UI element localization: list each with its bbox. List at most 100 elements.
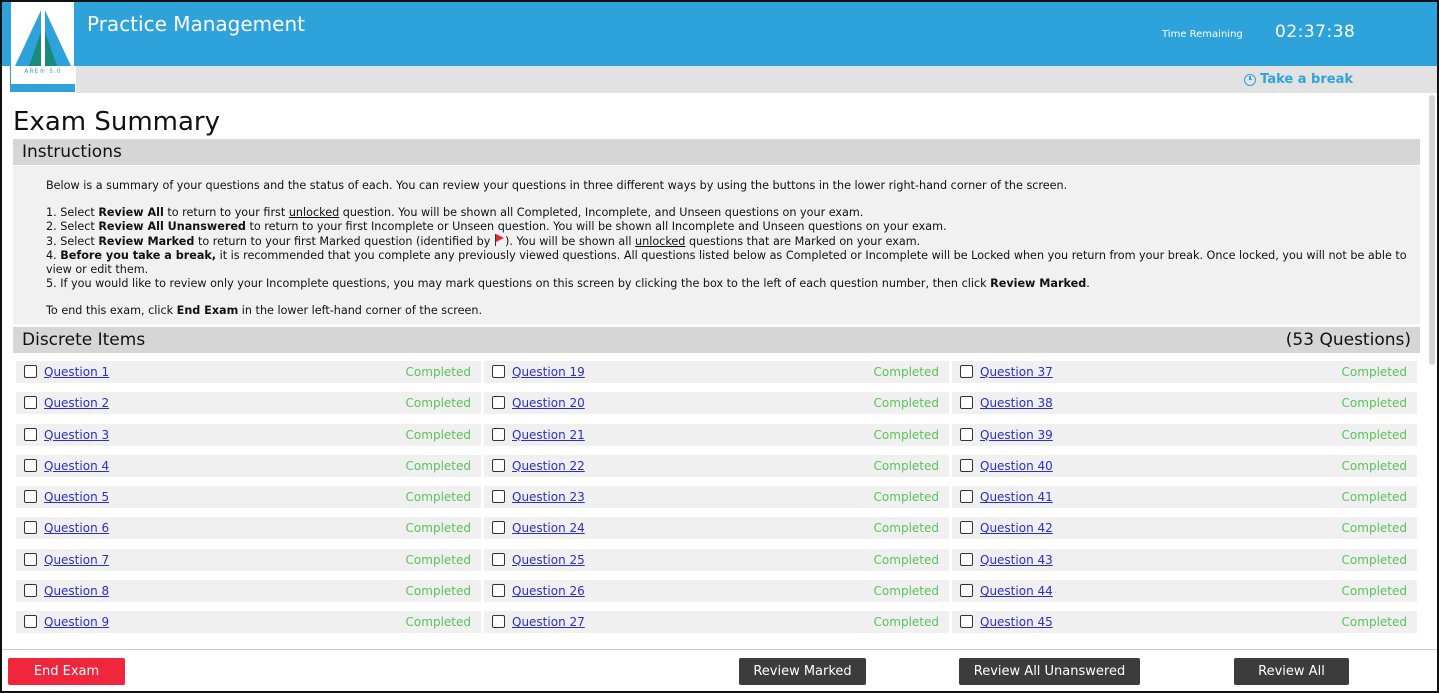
question-link[interactable]: Question 20 — [512, 396, 585, 410]
question-row: Question 1 Completed — [16, 361, 481, 392]
question-status: Completed — [405, 584, 471, 599]
question-row: Question 2 Completed — [16, 392, 481, 423]
mark-question-checkbox[interactable] — [24, 396, 37, 410]
mark-question-checkbox[interactable] — [492, 396, 505, 410]
mark-question-checkbox[interactable] — [24, 365, 37, 378]
question-link[interactable]: Question 39 — [980, 428, 1053, 442]
question-link[interactable]: Question 38 — [980, 396, 1053, 410]
question-link[interactable]: Question 1 — [44, 365, 109, 379]
mark-question-checkbox[interactable] — [24, 615, 37, 629]
question-status: Completed — [1341, 427, 1407, 442]
question-link[interactable]: Question 43 — [980, 553, 1053, 567]
question-link[interactable]: Question 22 — [512, 459, 585, 473]
discrete-items-title: Discrete Items — [22, 330, 146, 350]
page-title: Exam Summary — [13, 107, 220, 137]
mark-question-checkbox[interactable] — [960, 584, 973, 598]
instruction-end-exam: To end this exam, click End Exam in the … — [46, 304, 482, 317]
mark-question-checkbox[interactable] — [24, 521, 37, 535]
mark-question-checkbox[interactable] — [960, 365, 973, 378]
mark-question-checkbox[interactable] — [24, 458, 37, 472]
question-status: Completed — [873, 490, 939, 505]
question-link[interactable]: Question 27 — [512, 615, 585, 629]
instruction-step-4: 4. Before you take a break, it is recomm… — [46, 249, 1407, 276]
scrollbar-thumb[interactable] — [1429, 95, 1435, 365]
question-link[interactable]: Question 42 — [980, 521, 1053, 535]
mark-question-checkbox[interactable] — [24, 490, 37, 504]
mark-question-checkbox[interactable] — [492, 427, 505, 441]
question-link[interactable]: Question 3 — [44, 428, 109, 442]
question-link[interactable]: Question 37 — [980, 365, 1053, 379]
question-row: Question 45 Completed — [952, 611, 1417, 642]
mark-question-checkbox[interactable] — [960, 615, 973, 629]
question-status: Completed — [873, 584, 939, 599]
question-status: Completed — [873, 427, 939, 442]
question-link[interactable]: Question 9 — [44, 615, 109, 629]
question-link[interactable]: Question 21 — [512, 428, 585, 442]
question-status: Completed — [1341, 521, 1407, 536]
mark-question-checkbox[interactable] — [492, 490, 505, 504]
question-status: Completed — [405, 521, 471, 536]
question-row: Question 43 Completed — [952, 548, 1417, 580]
question-row: Question 26 Completed — [484, 580, 949, 611]
mark-question-checkbox[interactable] — [492, 584, 505, 598]
question-link[interactable]: Question 23 — [512, 490, 585, 504]
mark-question-checkbox[interactable] — [960, 521, 973, 535]
instructions-heading: Instructions — [13, 139, 1420, 165]
mark-question-checkbox[interactable] — [960, 427, 973, 441]
question-status: Completed — [873, 458, 939, 473]
question-link[interactable]: Question 45 — [980, 615, 1053, 629]
review-all-button[interactable]: Review All — [1234, 658, 1349, 685]
question-status: Completed — [1341, 490, 1407, 505]
mark-question-checkbox[interactable] — [24, 427, 37, 441]
question-row: Question 19 Completed — [484, 361, 949, 392]
mark-question-checkbox[interactable] — [24, 584, 37, 598]
mark-question-checkbox[interactable] — [492, 521, 505, 535]
question-link[interactable]: Question 7 — [44, 553, 109, 567]
question-row: Question 38 Completed — [952, 392, 1417, 423]
question-link[interactable]: Question 26 — [512, 584, 585, 598]
instruction-step-1: 1. Select Review All to return to your f… — [46, 206, 864, 219]
review-all-unanswered-button[interactable]: Review All Unanswered — [959, 658, 1140, 685]
take-a-break-label: Take a break — [1260, 72, 1353, 87]
question-link[interactable]: Question 4 — [44, 459, 109, 473]
instructions-heading-label: Instructions — [22, 142, 122, 162]
question-status: Completed — [1341, 458, 1407, 473]
time-remaining-label: Time Remaining — [1162, 29, 1243, 40]
logo-text: ARE® 5.0 — [24, 68, 62, 75]
take-a-break-link[interactable]: Take a break — [1244, 72, 1353, 87]
header-bar: ARE® 5.0 Practice Management Time Remain… — [2, 2, 1437, 92]
question-link[interactable]: Question 44 — [980, 584, 1053, 598]
question-link[interactable]: Question 19 — [512, 365, 585, 379]
review-marked-button[interactable]: Review Marked — [739, 658, 866, 685]
question-link[interactable]: Question 5 — [44, 490, 109, 504]
mark-question-checkbox[interactable] — [960, 490, 973, 504]
end-exam-button[interactable]: End Exam — [8, 658, 125, 685]
mark-question-checkbox[interactable] — [960, 552, 973, 566]
question-status: Completed — [873, 396, 939, 411]
scrollbar[interactable] — [1425, 93, 1437, 649]
question-link[interactable]: Question 41 — [980, 490, 1053, 504]
question-link[interactable]: Question 24 — [512, 521, 585, 535]
mark-question-checkbox[interactable] — [492, 552, 505, 566]
time-remaining-value: 02:37:38 — [1275, 22, 1356, 42]
mark-question-checkbox[interactable] — [960, 458, 973, 472]
question-row: Question 39 Completed — [952, 423, 1417, 455]
question-link[interactable]: Question 8 — [44, 584, 109, 598]
question-link[interactable]: Question 40 — [980, 459, 1053, 473]
mark-question-checkbox[interactable] — [960, 396, 973, 410]
question-link[interactable]: Question 6 — [44, 521, 109, 535]
instruction-step-2: 2. Select Review All Unanswered to retur… — [46, 220, 947, 233]
question-status: Completed — [1341, 552, 1407, 567]
are-logo-icon — [15, 6, 71, 66]
mark-question-checkbox[interactable] — [492, 365, 505, 378]
mark-question-checkbox[interactable] — [492, 615, 505, 629]
mark-question-checkbox[interactable] — [24, 552, 37, 566]
question-link[interactable]: Question 2 — [44, 396, 109, 410]
question-row: Question 27 Completed — [484, 611, 949, 642]
question-row: Question 24 Completed — [484, 517, 949, 548]
question-row: Question 4 Completed — [16, 454, 481, 486]
question-link[interactable]: Question 25 — [512, 553, 585, 567]
mark-question-checkbox[interactable] — [492, 458, 505, 472]
question-status: Completed — [873, 552, 939, 567]
question-status: Completed — [405, 365, 471, 379]
